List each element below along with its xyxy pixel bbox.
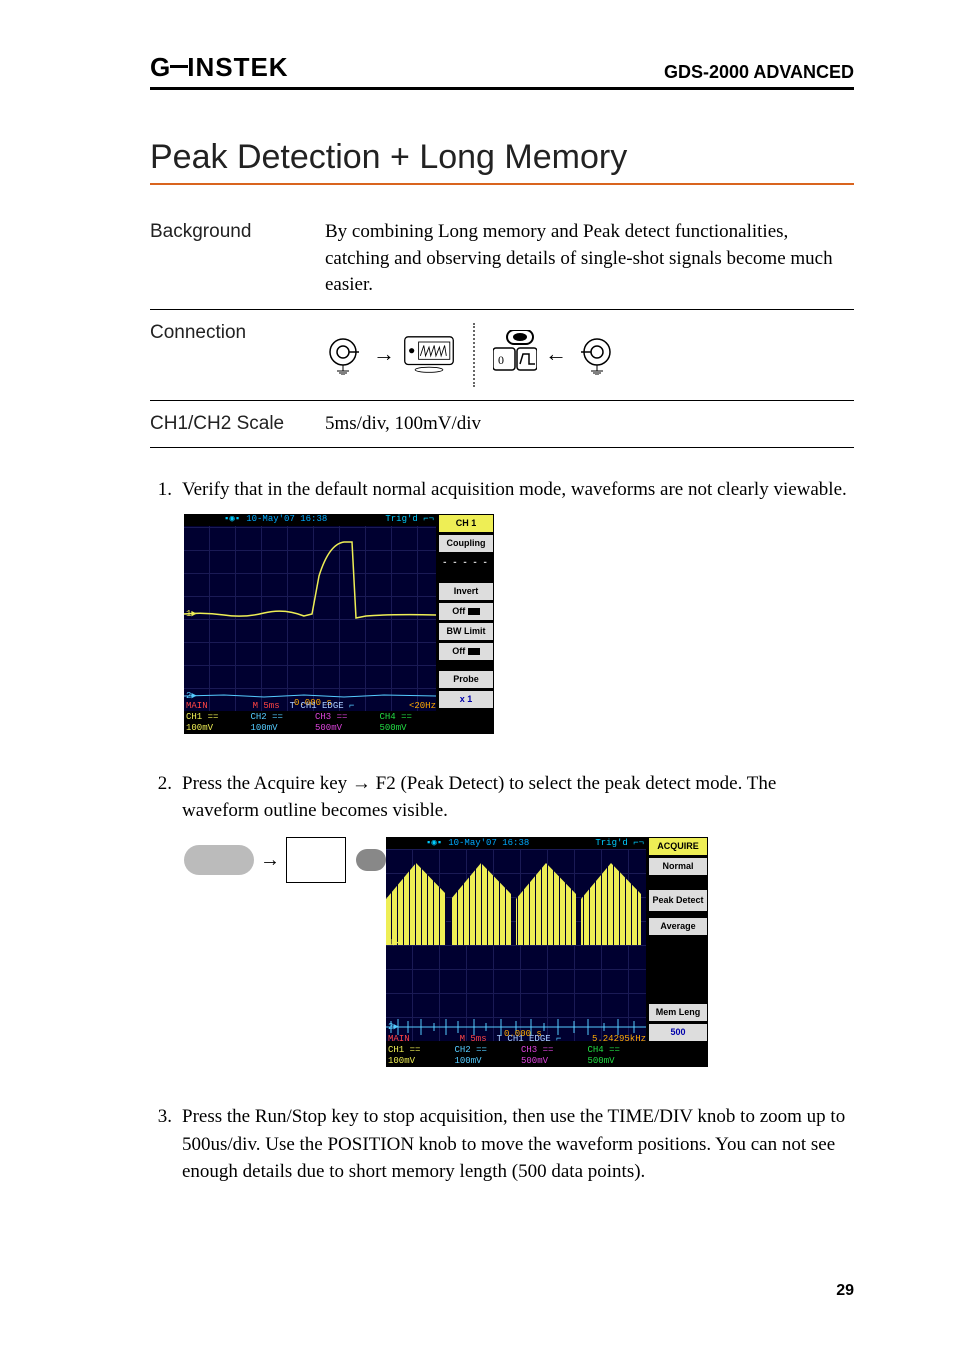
- scope-screenshot-1: ▪◉▪ 10-May'07 16:38 Trig'd ⌐¬ 1▶ 2▶ 0.00…: [184, 514, 494, 734]
- arrow-right-icon: →: [260, 846, 280, 875]
- f2-key-icon: [356, 849, 386, 871]
- ch3-scale: CH3 == 500mV: [521, 1045, 580, 1067]
- ch1-scale: CH1 == 100mV: [186, 712, 243, 734]
- trig-status: Trig'd ⌐¬: [385, 513, 434, 526]
- document-title: GDS-2000 ADVANCED: [664, 62, 854, 83]
- background-label: Background: [150, 209, 325, 309]
- oscilloscope-icon: [403, 335, 455, 375]
- usb-icon: ▪◉▪: [224, 513, 240, 526]
- main-label: MAIN: [186, 701, 208, 712]
- dotted-divider: [473, 323, 475, 387]
- scope-date: 10-May'07 16:38: [448, 837, 529, 850]
- bnc-connector-icon: [325, 335, 365, 375]
- svg-text:1▶: 1▶: [388, 938, 399, 948]
- menu-title: CH 1: [438, 514, 494, 533]
- invert-button[interactable]: Invert: [438, 582, 494, 601]
- timebase: M 5ms: [253, 701, 280, 712]
- frequency: <20Hz: [409, 701, 436, 712]
- brand-logo: GINSTEK: [150, 52, 289, 83]
- memleng-value: 500: [648, 1023, 708, 1042]
- bnc-connector-icon: [575, 335, 615, 375]
- scale-value: 5ms/div, 100mV/div: [325, 400, 854, 448]
- probe-value: x 1: [438, 690, 494, 709]
- probe-button[interactable]: Probe: [438, 670, 494, 689]
- arrow-left-icon: ←: [545, 339, 567, 370]
- step-number: 2.: [150, 770, 182, 1093]
- key-press-diagram: →: [184, 837, 346, 883]
- ch4-scale: CH4 == 500mV: [380, 712, 437, 734]
- scale-label: CH1/CH2 Scale: [150, 400, 325, 448]
- section-title: Peak Detection + Long Memory: [150, 138, 854, 185]
- bwlimit-value: Off: [438, 642, 494, 661]
- ch1-scale: CH1 == 100mV: [388, 1045, 447, 1067]
- normal-button[interactable]: Normal: [648, 857, 708, 876]
- ch2-scale: CH2 == 100mV: [251, 712, 308, 734]
- frequency: 5.24295kHz: [592, 1034, 646, 1045]
- ch4-scale: CH4 == 500mV: [588, 1045, 647, 1067]
- timebase: M 5ms: [460, 1034, 487, 1045]
- coupling-value: - - - - -: [438, 554, 494, 573]
- step-number: 1.: [150, 476, 182, 760]
- ch3-scale: CH3 == 500mV: [315, 712, 372, 734]
- function-gen-icon: 0: [493, 330, 537, 380]
- scope-screenshot-2: ▪◉▪ 10-May'07 16:38 Trig'd ⌐¬: [386, 837, 708, 1067]
- connection-diagram-cell: → 0: [325, 309, 854, 400]
- page-number: 29: [836, 1282, 854, 1300]
- trigger-info: T CH1 EDGE ⌐: [290, 701, 355, 712]
- main-label: MAIN: [388, 1034, 410, 1045]
- coupling-button[interactable]: Coupling: [438, 534, 494, 553]
- connection-label: Connection: [150, 309, 325, 400]
- acquire-key-icon: [184, 845, 254, 875]
- trig-status: Trig'd ⌐¬: [595, 837, 644, 850]
- screen-softkey-icon: [286, 837, 346, 883]
- background-text: By combining Long memory and Peak detect…: [325, 209, 854, 309]
- invert-value: Off: [438, 602, 494, 621]
- scope-date: 10-May'07 16:38: [246, 513, 327, 526]
- bwlimit-button[interactable]: BW Limit: [438, 622, 494, 641]
- usb-icon: ▪◉▪: [426, 837, 442, 850]
- svg-text:2▶: 2▶: [388, 1022, 399, 1032]
- menu-title: ACQUIRE: [648, 837, 708, 856]
- svg-text:0: 0: [498, 353, 504, 367]
- step-text: Verify that in the default normal acquis…: [182, 476, 854, 504]
- step-text: Press the Run/Stop key to stop acquisiti…: [182, 1103, 854, 1186]
- step-text: Press the Acquire key → F2 (Peak Detect)…: [182, 770, 854, 825]
- memleng-button[interactable]: Mem Leng: [648, 1003, 708, 1022]
- peak-detect-button[interactable]: Peak Detect: [648, 889, 708, 912]
- trigger-info: T CH1 EDGE ⌐: [497, 1034, 562, 1045]
- arrow-right-icon: →: [373, 339, 395, 370]
- page-header: GINSTEK GDS-2000 ADVANCED: [150, 52, 854, 90]
- ch2-scale: CH2 == 100mV: [455, 1045, 514, 1067]
- step-number: 3.: [150, 1103, 182, 1186]
- info-table: Background By combining Long memory and …: [150, 209, 854, 448]
- average-button[interactable]: Average: [648, 917, 708, 936]
